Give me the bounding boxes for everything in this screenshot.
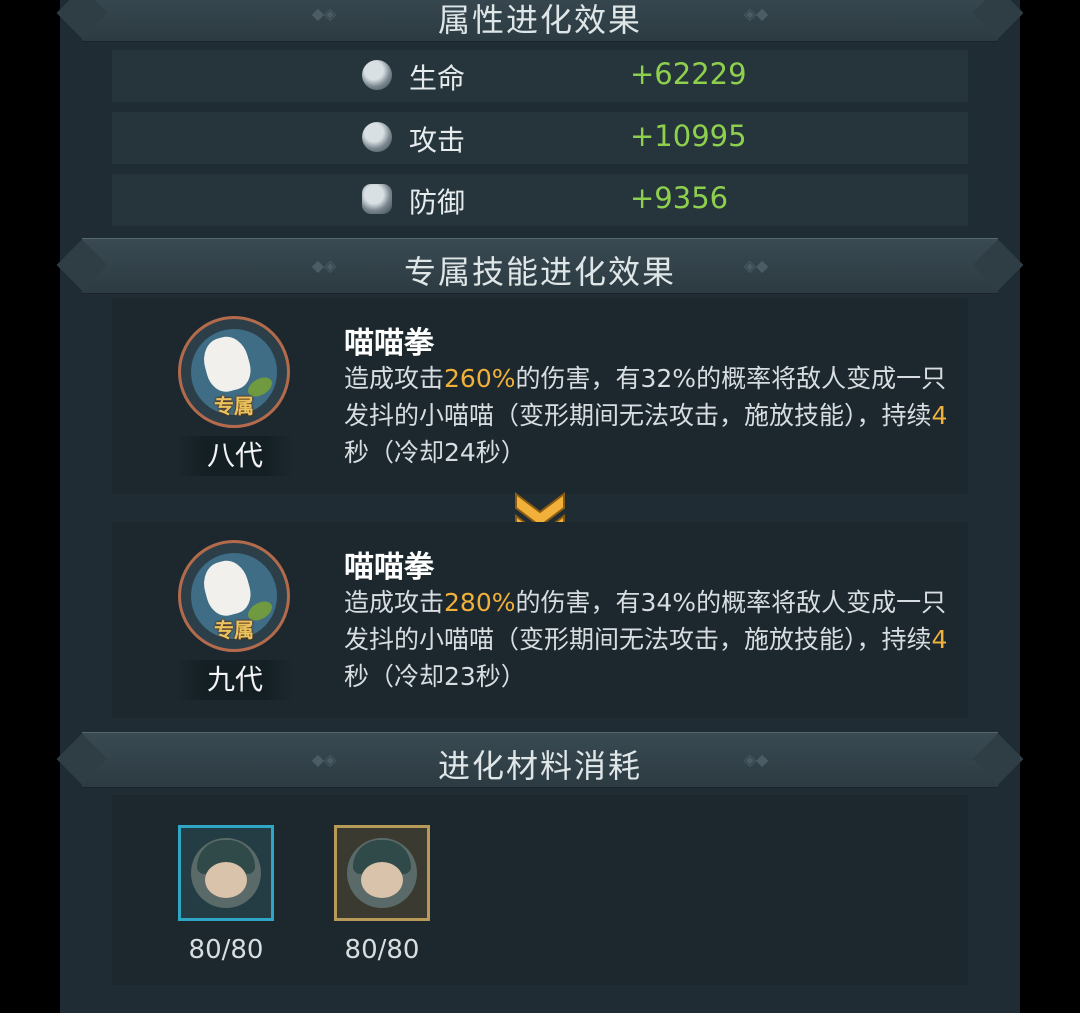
material-count: 80/80 (188, 935, 264, 965)
materials-banner: ◆◈ ◈◆ 进化材料消耗 (82, 732, 998, 788)
heart-shield-icon (362, 60, 392, 90)
duration-value: 4 (931, 401, 948, 430)
attributes-title: 属性进化效果 (437, 1, 642, 39)
materials-list: 80/80 80/80 (112, 795, 968, 985)
damage-percent: 280% (444, 588, 516, 617)
stat-label: 防御 (409, 186, 466, 219)
sword-shield-icon (362, 122, 392, 152)
stat-value: +10995 (630, 119, 747, 153)
material-item[interactable] (334, 825, 430, 921)
generation-label: 九代 (176, 660, 294, 700)
duration-value: 4 (931, 625, 948, 654)
armor-shield-icon (362, 184, 392, 214)
materials-title: 进化材料消耗 (437, 747, 642, 785)
generation-label: 八代 (176, 436, 294, 476)
stat-value: +9356 (630, 181, 729, 215)
skill-banner: ◆◈ ◈◆ 专属技能进化效果 (82, 238, 998, 294)
attributes-banner: ◆◈ ◈◆ 属性进化效果 (82, 0, 998, 42)
skill-row-current: 专属 八代 喵喵拳 造成攻击260%的伤害，有32%的概率将敌人变成一只发抖的小… (112, 298, 968, 494)
damage-percent: 260% (444, 364, 516, 393)
skill-title: 专属技能进化效果 (403, 253, 676, 291)
stat-row-defense: 防御 +9356 (112, 174, 968, 226)
exclusive-tag: 专属 (214, 618, 254, 642)
skill-description: 造成攻击280%的伤害，有34%的概率将敌人变成一只发抖的小喵喵（变形期间无法攻… (344, 588, 948, 691)
skill-row-next: 专属 九代 喵喵拳 造成攻击280%的伤害，有34%的概率将敌人变成一只发抖的小… (112, 522, 968, 718)
stat-value: +62229 (630, 57, 747, 91)
stat-label: 生命 (409, 62, 466, 95)
material-count: 80/80 (344, 935, 420, 965)
skill-cat-paw-icon[interactable]: 专属 (178, 316, 290, 428)
skill-cat-paw-icon[interactable]: 专属 (178, 540, 290, 652)
portrait-face (361, 862, 403, 898)
skill-name: 喵喵拳 (344, 550, 434, 585)
stat-label: 攻击 (409, 124, 466, 157)
skill-description: 造成攻击260%的伤害，有32%的概率将敌人变成一只发抖的小喵喵（变形期间无法攻… (344, 364, 948, 467)
stat-row-attack: 攻击 +10995 (112, 112, 968, 164)
skill-name: 喵喵拳 (344, 326, 434, 361)
portrait-face (205, 862, 247, 898)
exclusive-tag: 专属 (214, 394, 254, 418)
stat-row-hp: 生命 +62229 (112, 50, 968, 102)
material-item[interactable] (178, 825, 274, 921)
